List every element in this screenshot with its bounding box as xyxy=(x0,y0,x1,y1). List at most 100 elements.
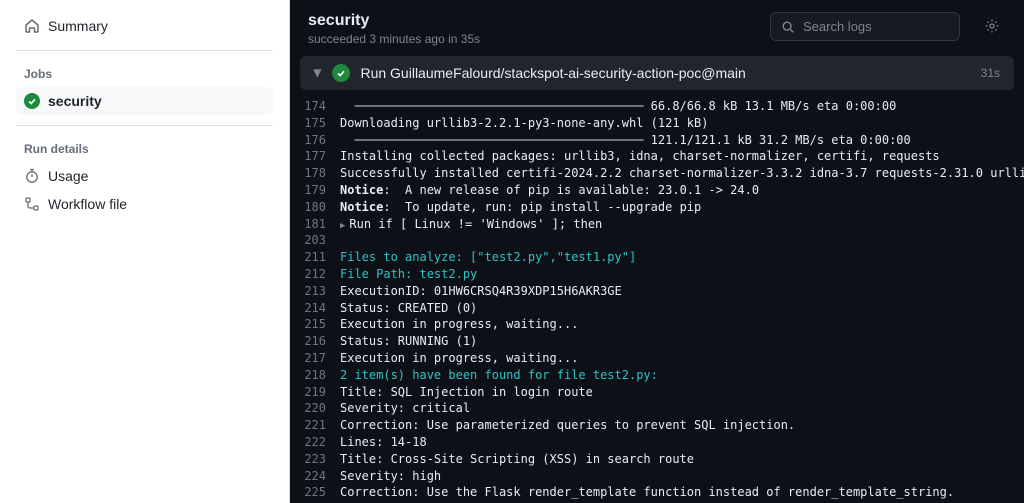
line-number: 219 xyxy=(290,384,340,401)
log-line: 222Lines: 14-18 xyxy=(290,434,1024,451)
line-number: 222 xyxy=(290,434,340,451)
log-line: 177Installing collected packages: urllib… xyxy=(290,148,1024,165)
log-line: 175Downloading urllib3-2.2.1-py3-none-an… xyxy=(290,115,1024,132)
line-text: ExecutionID: 01HW6CRSQ4R39XDP15H6AKR3GE xyxy=(340,283,622,300)
line-text: Status: CREATED (0) xyxy=(340,300,477,317)
line-text: Notice: A new release of pip is availabl… xyxy=(340,182,759,199)
sidebar-item-workflow-file[interactable]: Workflow file xyxy=(16,190,273,218)
log-line: 203 xyxy=(290,232,1024,249)
log-line: 219Title: SQL Injection in login route xyxy=(290,384,1024,401)
log-line: 220Severity: critical xyxy=(290,400,1024,417)
main-panel: security succeeded 3 minutes ago in 35s … xyxy=(290,0,1024,503)
workflow-file-label: Workflow file xyxy=(48,196,127,212)
line-text: ━━━━━━━━━━━━━━━━━━━━━━━━━━━━━━━━━━━━━━━━… xyxy=(340,132,911,149)
line-text: 2 item(s) have been found for file test2… xyxy=(340,367,658,384)
chevron-down-icon: ▶ xyxy=(312,69,325,77)
sidebar: Summary Jobs security Run details Usage … xyxy=(0,0,290,503)
sidebar-item-usage[interactable]: Usage xyxy=(16,162,273,190)
log-output[interactable]: 174 ━━━━━━━━━━━━━━━━━━━━━━━━━━━━━━━━━━━━… xyxy=(290,90,1024,503)
log-line: 217Execution in progress, waiting... xyxy=(290,350,1024,367)
stopwatch-icon xyxy=(24,168,40,184)
line-text: Files to analyze: ["test2.py","test1.py"… xyxy=(340,249,636,266)
usage-label: Usage xyxy=(48,168,88,184)
line-text: Title: SQL Injection in login route xyxy=(340,384,593,401)
log-line: 214Status: CREATED (0) xyxy=(290,300,1024,317)
line-number: 220 xyxy=(290,400,340,417)
line-number: 213 xyxy=(290,283,340,300)
line-number: 215 xyxy=(290,316,340,333)
line-number: 225 xyxy=(290,484,340,501)
log-line: 212File Path: test2.py xyxy=(290,266,1024,283)
line-text: Lines: 14-18 xyxy=(340,434,427,451)
log-line: 216Status: RUNNING (1) xyxy=(290,333,1024,350)
log-line: 223Title: Cross-Site Scripting (XSS) in … xyxy=(290,451,1024,468)
line-number: 224 xyxy=(290,468,340,485)
run-details-section-label: Run details xyxy=(16,136,273,162)
line-number: 214 xyxy=(290,300,340,317)
log-line: 178Successfully installed certifi-2024.2… xyxy=(290,165,1024,182)
log-line: 181▶Run if [ Linux != 'Windows' ]; then xyxy=(290,216,1024,233)
line-text: Notice: To update, run: pip install --up… xyxy=(340,199,701,216)
run-status-text: succeeded 3 minutes ago in 35s xyxy=(308,32,758,46)
search-logs-box[interactable] xyxy=(770,12,960,41)
line-text: File Path: test2.py xyxy=(340,266,477,283)
jobs-section-label: Jobs xyxy=(16,61,273,87)
main-header: security succeeded 3 minutes ago in 35s xyxy=(290,0,1024,56)
line-text: Execution in progress, waiting... xyxy=(340,316,578,333)
line-text: Severity: high xyxy=(340,468,441,485)
search-logs-input[interactable] xyxy=(803,19,949,34)
fold-caret-icon[interactable]: ▶ xyxy=(340,221,345,231)
line-number: 180 xyxy=(290,199,340,216)
line-text: Installing collected packages: urllib3, … xyxy=(340,148,940,165)
log-line: 2182 item(s) have been found for file te… xyxy=(290,367,1024,384)
line-text: Correction: Use parameterized queries to… xyxy=(340,417,795,434)
settings-button[interactable] xyxy=(978,12,1006,40)
check-circle-icon xyxy=(332,64,350,82)
line-number: 203 xyxy=(290,232,340,249)
divider xyxy=(16,50,273,51)
line-text: Status: RUNNING (1) xyxy=(340,333,477,350)
line-number: 221 xyxy=(290,417,340,434)
line-number: 176 xyxy=(290,132,340,149)
log-line: 213ExecutionID: 01HW6CRSQ4R39XDP15H6AKR3… xyxy=(290,283,1024,300)
line-number: 175 xyxy=(290,115,340,132)
line-text: Severity: critical xyxy=(340,400,470,417)
gear-icon xyxy=(984,18,1000,34)
home-icon xyxy=(24,18,40,34)
line-text: Execution in progress, waiting... xyxy=(340,350,578,367)
log-line: 225Correction: Use the Flask render_temp… xyxy=(290,484,1024,501)
log-line: 176 ━━━━━━━━━━━━━━━━━━━━━━━━━━━━━━━━━━━━… xyxy=(290,132,1024,149)
log-line: 211Files to analyze: ["test2.py","test1.… xyxy=(290,249,1024,266)
line-number: 212 xyxy=(290,266,340,283)
line-text: Downloading urllib3-2.2.1-py3-none-any.w… xyxy=(340,115,708,132)
workflow-icon xyxy=(24,196,40,212)
line-text: Correction: Use the Flask render_templat… xyxy=(340,484,954,501)
line-number: 178 xyxy=(290,165,340,182)
check-circle-icon xyxy=(24,93,40,109)
line-text: Title: Cross-Site Scripting (XSS) in sea… xyxy=(340,451,694,468)
line-number: 177 xyxy=(290,148,340,165)
line-number: 216 xyxy=(290,333,340,350)
log-line: 224Severity: high xyxy=(290,468,1024,485)
log-line: 179Notice: A new release of pip is avail… xyxy=(290,182,1024,199)
divider xyxy=(16,125,273,126)
line-number: 223 xyxy=(290,451,340,468)
sidebar-job-security[interactable]: security xyxy=(16,87,273,115)
line-number: 217 xyxy=(290,350,340,367)
step-header[interactable]: ▶ Run GuillaumeFalourd/stackspot-ai-secu… xyxy=(300,56,1014,90)
line-number: 211 xyxy=(290,249,340,266)
page-title: security xyxy=(308,12,758,30)
step-title: Run GuillaumeFalourd/stackspot-ai-securi… xyxy=(360,65,970,81)
summary-label: Summary xyxy=(48,18,108,34)
sidebar-item-summary[interactable]: Summary xyxy=(16,12,273,40)
line-text: ▶Run if [ Linux != 'Windows' ]; then xyxy=(340,216,602,233)
log-line: 221Correction: Use parameterized queries… xyxy=(290,417,1024,434)
step-duration: 31s xyxy=(981,66,1000,80)
log-line: 215Execution in progress, waiting... xyxy=(290,316,1024,333)
line-text: ━━━━━━━━━━━━━━━━━━━━━━━━━━━━━━━━━━━━━━━━… xyxy=(340,98,896,115)
job-name-label: security xyxy=(48,93,102,109)
line-number: 179 xyxy=(290,182,340,199)
line-number: 181 xyxy=(290,216,340,233)
line-number: 174 xyxy=(290,98,340,115)
log-line: 174 ━━━━━━━━━━━━━━━━━━━━━━━━━━━━━━━━━━━━… xyxy=(290,98,1024,115)
